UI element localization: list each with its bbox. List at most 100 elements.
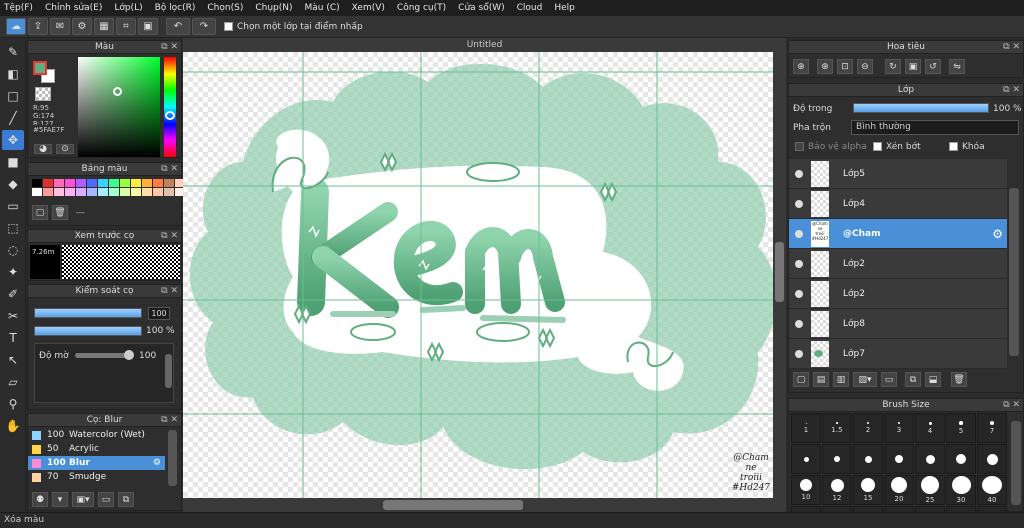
brush-size-cell[interactable]: 5 [946, 413, 976, 443]
move-tool-icon[interactable]: ✥ [2, 130, 24, 150]
new-8bit-layer-icon[interactable]: ▥ [833, 372, 849, 387]
line-tool-icon[interactable]: ╱ [2, 108, 24, 128]
duplicate-layer-icon[interactable]: ⧉ [905, 372, 921, 387]
dot-tool-icon[interactable]: □ [2, 86, 24, 106]
palette-swatch[interactable] [120, 179, 130, 187]
text-tool-icon[interactable]: T [2, 328, 24, 348]
brush-add-icon[interactable]: ⚉ [32, 492, 48, 507]
palette-new-icon[interactable]: ▢ [32, 205, 48, 220]
hue-slider[interactable] [164, 57, 176, 157]
menu-capture[interactable]: Chụp(N) [255, 3, 292, 13]
select-layer-option[interactable]: Chọn một lớp tại điểm nhấp [224, 22, 363, 32]
palette-swatch[interactable] [109, 179, 119, 187]
brush-size-cell[interactable] [791, 444, 821, 474]
palette-swatch[interactable] [164, 188, 174, 196]
palette-swatch[interactable] [87, 188, 97, 196]
color-link-icon[interactable]: ⊙ [56, 144, 74, 154]
brush-size-cell[interactable]: 10 [791, 475, 821, 505]
palette-swatch[interactable] [87, 179, 97, 187]
brush-menu-icon[interactable]: ▾ [52, 492, 68, 507]
brush-size-cell[interactable]: 1 [791, 413, 821, 443]
palette-swatch[interactable] [32, 179, 42, 187]
snap-icon[interactable]: ⌗ [116, 18, 136, 35]
brush-size-cell[interactable]: 30 [946, 475, 976, 505]
layer-row[interactable]: Lớp8 [789, 309, 1007, 339]
visibility-icon[interactable] [795, 199, 803, 208]
transparent-color-swatch[interactable] [35, 87, 51, 101]
lasso-tool-icon[interactable]: ◌ [2, 240, 24, 260]
menu-cloud[interactable]: Cloud [517, 3, 543, 13]
brush-density-slider[interactable] [75, 350, 134, 360]
layer-opacity-slider[interactable] [853, 103, 989, 113]
palette-swatch[interactable] [43, 188, 53, 196]
brush-size-cell[interactable]: 12 [822, 475, 852, 505]
lock-option[interactable]: Khóa [949, 142, 985, 152]
panel-close-icon[interactable]: ⧉ ✕ [161, 285, 178, 298]
brush-duplicate-icon[interactable]: ⧉ [118, 492, 134, 507]
brush-size-cell[interactable]: 2 [853, 413, 883, 443]
brush-size-cell[interactable] [915, 444, 945, 474]
panel-close-icon[interactable]: ⧉ ✕ [1003, 41, 1020, 54]
palette-swatch[interactable] [76, 179, 86, 187]
hue-handle[interactable] [165, 111, 175, 120]
select-eraser-tool-icon[interactable]: ✂ [2, 306, 24, 326]
layer-row[interactable]: Lớp2 [789, 279, 1007, 309]
layer-add-menu-icon[interactable]: ▧▾ [853, 372, 877, 387]
palette-swatch[interactable] [54, 188, 64, 196]
layer-row[interactable]: Lớp7 [789, 339, 1007, 369]
protect-alpha-option[interactable]: Bảo vệ alpha [795, 142, 867, 152]
brush-copy-icon[interactable]: ▣▾ [72, 492, 94, 507]
artwork-canvas[interactable]: @Cham ne troiii #Hd247 [183, 52, 786, 512]
brush-size-cell[interactable]: 20 [884, 475, 914, 505]
color-cycle-icon[interactable]: ◕ [34, 144, 52, 154]
brush-list-scrollbar[interactable] [168, 430, 177, 486]
brush-size-scrollbar[interactable] [1011, 421, 1021, 505]
palette-swatch[interactable] [76, 188, 86, 196]
brush-size-cell[interactable] [946, 444, 976, 474]
new-halftone-layer-icon[interactable]: ▤ [813, 372, 829, 387]
visibility-icon[interactable] [795, 229, 803, 238]
redo-icon[interactable]: ↷ [192, 18, 216, 35]
palette-swatch[interactable] [164, 179, 174, 187]
palette-swatch[interactable] [142, 188, 152, 196]
visibility-icon[interactable] [795, 259, 803, 268]
operation-tool-icon[interactable]: ↖ [2, 350, 24, 370]
zoom-out-icon[interactable]: ⊖ [857, 59, 873, 74]
palette-swatch[interactable] [131, 179, 141, 187]
panel-close-icon[interactable]: ⧉ ✕ [161, 41, 178, 54]
gear-icon[interactable]: ⚙ [72, 18, 92, 35]
brush-settings-gear-icon[interactable]: ⚙ [153, 458, 161, 468]
undo-icon[interactable]: ↶ [166, 18, 190, 35]
menu-file[interactable]: Tệp(F) [4, 3, 33, 13]
palette-grid[interactable] [32, 179, 185, 196]
menu-help[interactable]: Help [554, 3, 575, 13]
palette-swatch[interactable] [65, 179, 75, 187]
delete-layer-icon[interactable]: 🗑 [951, 372, 967, 387]
palette-swatch[interactable] [65, 188, 75, 196]
menu-filter[interactable]: Bộ lọc(R) [155, 3, 196, 13]
grid-icon[interactable]: ▦ [94, 18, 114, 35]
panel-close-icon[interactable]: ⧉ ✕ [1003, 84, 1020, 97]
brush-item-watercolor[interactable]: 100 Watercolor (Wet) [28, 428, 165, 442]
palette-swatch[interactable] [153, 188, 163, 196]
palette-swatch[interactable] [98, 188, 108, 196]
edge-icon[interactable]: ▣ [138, 18, 158, 35]
palette-swatch[interactable] [142, 179, 152, 187]
palette-swatch[interactable] [109, 188, 119, 196]
zoom-window-icon[interactable]: ⊡ [837, 59, 853, 74]
divide-tool-icon[interactable]: ▱ [2, 372, 24, 392]
eyedropper-tool-icon[interactable]: ⚲ [2, 394, 24, 414]
brush-size-cell[interactable]: 3 [884, 413, 914, 443]
brush-tool-icon[interactable]: ✎ [2, 42, 24, 62]
document-tab[interactable]: Untitled [183, 38, 786, 52]
brush-size-cell[interactable] [822, 444, 852, 474]
menu-window[interactable]: Cửa sổ(W) [458, 3, 504, 13]
menu-select[interactable]: Chọn(S) [207, 3, 243, 13]
brush-settings-scrollbar[interactable] [165, 354, 172, 388]
layer-row[interactable]: Lớp2 [789, 249, 1007, 279]
hand-tool-icon[interactable]: ✋ [2, 416, 24, 436]
brush-item-smudge[interactable]: 70 Smudge [28, 470, 165, 484]
brush-size-cell[interactable] [853, 444, 883, 474]
panel-close-icon[interactable]: ⧉ ✕ [161, 414, 178, 427]
layer-row[interactable]: Lớp4 [789, 189, 1007, 219]
